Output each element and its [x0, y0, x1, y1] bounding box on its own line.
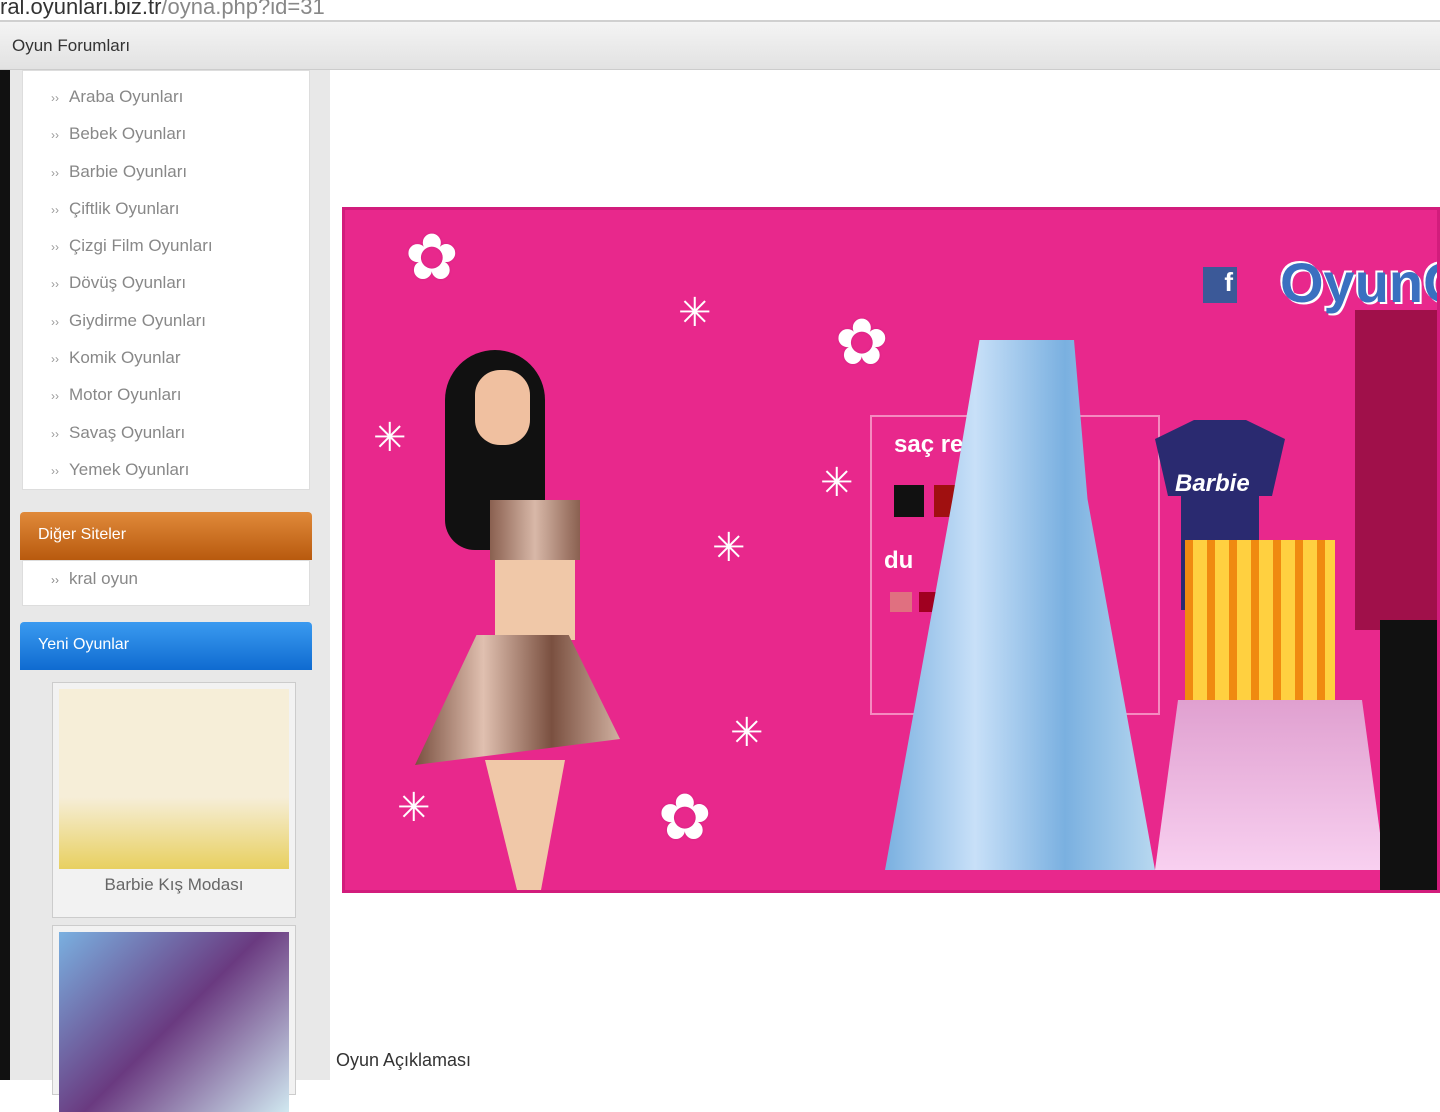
sidebar-category-link[interactable]: ›› Dövüş Oyunları [23, 271, 309, 308]
new-game-card[interactable]: Barbie Kış Modası [52, 682, 296, 918]
window-edge [0, 70, 10, 1080]
star-icon: ✳ [373, 416, 407, 460]
sidebar-category-link[interactable]: ›› Yemek Oyunları [23, 458, 309, 495]
flower-icon: ✿ [835, 306, 889, 378]
description-title: Oyun Açıklaması [336, 1050, 472, 1070]
sidebar-category-link[interactable]: ›› Savaş Oyunları [23, 421, 309, 458]
bookmark-oyun-forumlari[interactable]: Oyun Forumları [12, 36, 130, 56]
sidebar: ›› Araba Oyunları ›› Bebek Oyunları ›› Barbie… [10, 70, 330, 1112]
sidebar-category-link[interactable]: ›› Barbie Oyunları [23, 160, 309, 197]
game-thumbnail [59, 689, 289, 869]
facebook-icon[interactable]: f [1203, 267, 1237, 303]
sidebar-category-link[interactable]: ›› Motor Oyunları [23, 383, 309, 420]
address-bar[interactable]: ral.oyunlari.biz.tr/oyna.php?id=31 [0, 0, 1440, 20]
shirt-text: Barbie [1175, 470, 1250, 497]
sidebar-category-link[interactable]: ›› Komik Oyunlar [23, 346, 309, 383]
doll-character [415, 350, 635, 890]
game-thumbnail [59, 932, 289, 1112]
category-list: ›› Araba Oyunları ›› Bebek Oyunları ›› Barbie… [22, 70, 310, 490]
star-icon: ✳ [678, 291, 712, 335]
sidebar-category-link[interactable]: ›› Giydirme Oyunları [23, 309, 309, 346]
new-games-header: Yeni Oyunlar [20, 622, 312, 670]
checked-dress[interactable] [1185, 540, 1335, 710]
other-site-link[interactable]: ›› kral oyun [22, 560, 310, 606]
sidebar-category-link[interactable]: ›› Bebek Oyunları [23, 122, 309, 159]
star-icon: ✳ [730, 711, 764, 755]
color-swatch[interactable] [894, 485, 924, 517]
color-swatch[interactable] [890, 592, 912, 612]
black-pants[interactable] [1380, 620, 1437, 890]
star-icon: ✳ [820, 461, 854, 505]
sidebar-category-link[interactable]: ›› Araba Oyunları [23, 85, 309, 122]
game-canvas[interactable]: ✿ ✿ ✿ ✳ ✳ ✳ ✳ ✳ ✳ f OyunGe saç re du Bar… [342, 207, 1440, 893]
bookmarks-bar: Oyun Forumları [0, 20, 1440, 70]
site-logo: OyunGe [1280, 251, 1437, 314]
hair-color-label: saç re [894, 431, 964, 458]
sidebar-category-link[interactable]: ›› Çizgi Film Oyunları [23, 234, 309, 271]
new-game-card[interactable] [52, 925, 296, 1112]
flower-icon: ✿ [405, 221, 459, 293]
sidebar-category-link[interactable]: ›› Çiftlik Oyunları [23, 197, 309, 234]
maroon-top[interactable] [1355, 310, 1437, 630]
star-icon: ✳ [712, 526, 746, 570]
color-label-2: du [884, 547, 914, 574]
game-title: Barbie Kış Modası [104, 875, 244, 894]
other-sites-header: Diğer Siteler [20, 512, 312, 560]
flower-icon: ✿ [658, 781, 712, 853]
pink-skirt[interactable] [1155, 700, 1385, 870]
